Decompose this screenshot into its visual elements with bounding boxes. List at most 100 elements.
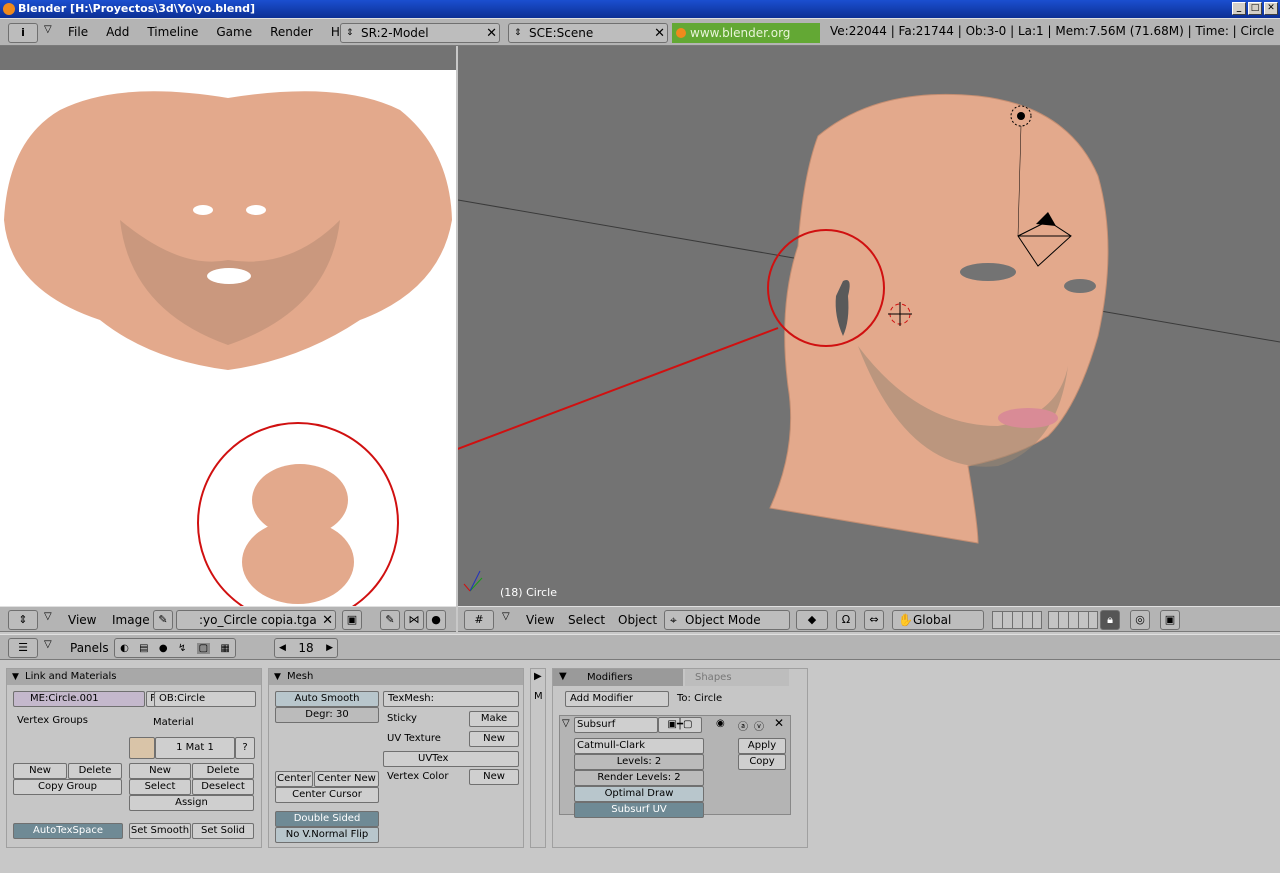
3d-viewport[interactable]: (18) Circle [458, 46, 1280, 606]
subsurf-uv-toggle[interactable]: Subsurf UV [574, 802, 704, 818]
3d-menu-view[interactable]: View [526, 607, 554, 633]
modifier-name-field[interactable]: Subsurf [574, 717, 658, 733]
collapse-arrow-icon[interactable]: ▼ [559, 671, 567, 682]
set-solid-button[interactable]: Set Solid [192, 823, 254, 839]
editing-icon[interactable]: ▢ [196, 642, 211, 654]
frame-decrement-icon[interactable]: ◀ [279, 639, 286, 657]
object-icon[interactable]: ↯ [178, 643, 186, 654]
collapse-menu-icon[interactable]: ▽ [502, 611, 510, 622]
manipulator-icon[interactable]: ⇔ [864, 610, 884, 630]
pin-icon[interactable]: ✎ [153, 610, 173, 630]
material-assign-button[interactable]: Assign [129, 795, 254, 811]
auto-smooth-toggle[interactable]: Auto Smooth [275, 691, 379, 707]
optimal-draw-toggle[interactable]: Optimal Draw [574, 786, 704, 802]
frame-increment-icon[interactable]: ▶ [326, 639, 333, 657]
uv-menu-image[interactable]: Image [112, 607, 150, 633]
collapse-menu-icon[interactable]: ▽ [44, 24, 52, 35]
texmesh-field[interactable]: TexMesh: [383, 691, 519, 707]
degree-field[interactable]: Degr: 30 [275, 707, 379, 723]
copy-button[interactable]: Copy [738, 754, 786, 770]
double-sided-toggle[interactable]: Double Sided [275, 811, 379, 827]
center-cursor-button[interactable]: Center Cursor [275, 787, 379, 803]
tab-modifiers[interactable]: Modifiers [553, 669, 683, 686]
expand-arrow-icon[interactable]: ▶ [534, 671, 542, 682]
material-select-button[interactable]: Select [129, 779, 191, 795]
layer-buttons-1[interactable] [992, 611, 1042, 629]
menu-timeline[interactable]: Timeline [147, 19, 198, 45]
context-tabs[interactable]: ◐ ▤ ● ↯ ▢ ▦ [114, 638, 236, 658]
material-color-swatch[interactable] [129, 737, 155, 759]
image-pack-icon[interactable]: ▣ [342, 610, 362, 630]
uv-sync-icon[interactable]: ⋈ [404, 610, 424, 630]
material-new-button[interactable]: New [129, 763, 191, 779]
material-index-field[interactable]: 1 Mat 1 [155, 737, 235, 759]
screen-selector[interactable]: ⇕ SR:2-Model ✕ [340, 23, 500, 43]
menu-add[interactable]: Add [106, 19, 129, 45]
minimize-button[interactable]: _ [1232, 2, 1246, 15]
modifier-expand-icon[interactable]: ▽ [562, 718, 570, 729]
cage-icon[interactable]: ◉ [716, 718, 725, 729]
render-view-icon[interactable]: ▣ [1160, 610, 1180, 630]
delete-screen-icon[interactable]: ✕ [486, 25, 497, 42]
move-up-icon[interactable]: ⓐ [738, 718, 748, 733]
panel-title[interactable]: Mesh [269, 669, 523, 685]
vgroup-delete-button[interactable]: Delete [68, 763, 122, 779]
logic-icon[interactable]: ◐ [120, 643, 129, 654]
mode-selector[interactable]: ⌖ Object Mode [664, 610, 790, 630]
scene-selector[interactable]: ⇕ SCE:Scene ✕ [508, 23, 668, 43]
orientation-selector[interactable]: ✋ Global [892, 610, 984, 630]
snap-icon[interactable]: ◎ [1130, 610, 1150, 630]
material-delete-button[interactable]: Delete [192, 763, 254, 779]
autotexspace-toggle[interactable]: AutoTexSpace [13, 823, 123, 839]
sticky-make-button[interactable]: Make [469, 711, 519, 727]
uv-image-editor[interactable] [0, 46, 456, 606]
move-down-icon[interactable]: ⓥ [754, 718, 764, 733]
close-button[interactable]: ✕ [1264, 2, 1278, 15]
blender-site-badge[interactable]: www.blender.org 249.2 [672, 23, 820, 60]
uvtex-layer-field[interactable]: UVTex [383, 751, 519, 767]
material-deselect-button[interactable]: Deselect [192, 779, 254, 795]
layer-buttons-2[interactable] [1048, 611, 1098, 629]
copy-group-button[interactable]: Copy Group [13, 779, 122, 795]
menu-game[interactable]: Game [216, 19, 252, 45]
3d-menu-select[interactable]: Select [568, 607, 605, 633]
3d-window-type-button[interactable]: # [464, 610, 494, 630]
frame-field[interactable]: ◀ 18 ▶ [274, 638, 338, 658]
vertex-color-new-button[interactable]: New [469, 769, 519, 785]
subdivision-type-select[interactable]: Catmull-Clark [574, 738, 704, 754]
uv-select-mode-icon[interactable]: ● [426, 610, 446, 630]
image-name-field[interactable]: :yo_Circle copia.tga ✕ [176, 610, 336, 630]
maximize-button[interactable]: □ [1248, 2, 1262, 15]
buttons-window-type-button[interactable]: ☰ [8, 638, 38, 658]
info-window-type-button[interactable]: i [8, 23, 38, 43]
levels-field[interactable]: Levels: 2 [574, 754, 704, 770]
center-button[interactable]: Center [275, 771, 313, 787]
render-levels-field[interactable]: Render Levels: 2 [574, 770, 704, 786]
menu-file[interactable]: File [68, 19, 88, 45]
add-modifier-button[interactable]: Add Modifier [565, 691, 669, 707]
uv-menu-view[interactable]: View [68, 607, 96, 633]
no-vnormal-flip-toggle[interactable]: No V.Normal Flip [275, 827, 379, 843]
script-icon[interactable]: ▤ [139, 643, 148, 654]
unlink-image-icon[interactable]: ✕ [322, 612, 333, 629]
draw-tool-icon[interactable]: ✎ [380, 610, 400, 630]
collapse-menu-icon[interactable]: ▽ [44, 639, 52, 650]
menu-render[interactable]: Render [270, 19, 313, 45]
set-smooth-button[interactable]: Set Smooth [129, 823, 191, 839]
panel-title[interactable]: Link and Materials [7, 669, 261, 685]
pivot-icon[interactable]: Ω [836, 610, 856, 630]
mesh-name-field[interactable]: ME:Circle.001 [13, 691, 145, 707]
vgroup-new-button[interactable]: New [13, 763, 67, 779]
material-help-button[interactable]: ? [235, 737, 255, 759]
shading-icon[interactable]: ● [159, 643, 168, 654]
panels-menu[interactable]: Panels [70, 635, 109, 661]
3d-menu-object[interactable]: Object [618, 607, 657, 633]
delete-scene-icon[interactable]: ✕ [654, 25, 665, 42]
lock-layers-icon[interactable]: 🔒︎ [1100, 610, 1120, 630]
center-new-button[interactable]: Center New [314, 771, 379, 787]
uv-texture-new-button[interactable]: New [469, 731, 519, 747]
scene-icon[interactable]: ▦ [220, 643, 229, 654]
modifier-toggle-buttons[interactable]: ▣┿▢ [658, 717, 702, 733]
tab-shapes[interactable]: Shapes [685, 669, 789, 686]
remove-modifier-icon[interactable]: ✕ [774, 716, 784, 730]
